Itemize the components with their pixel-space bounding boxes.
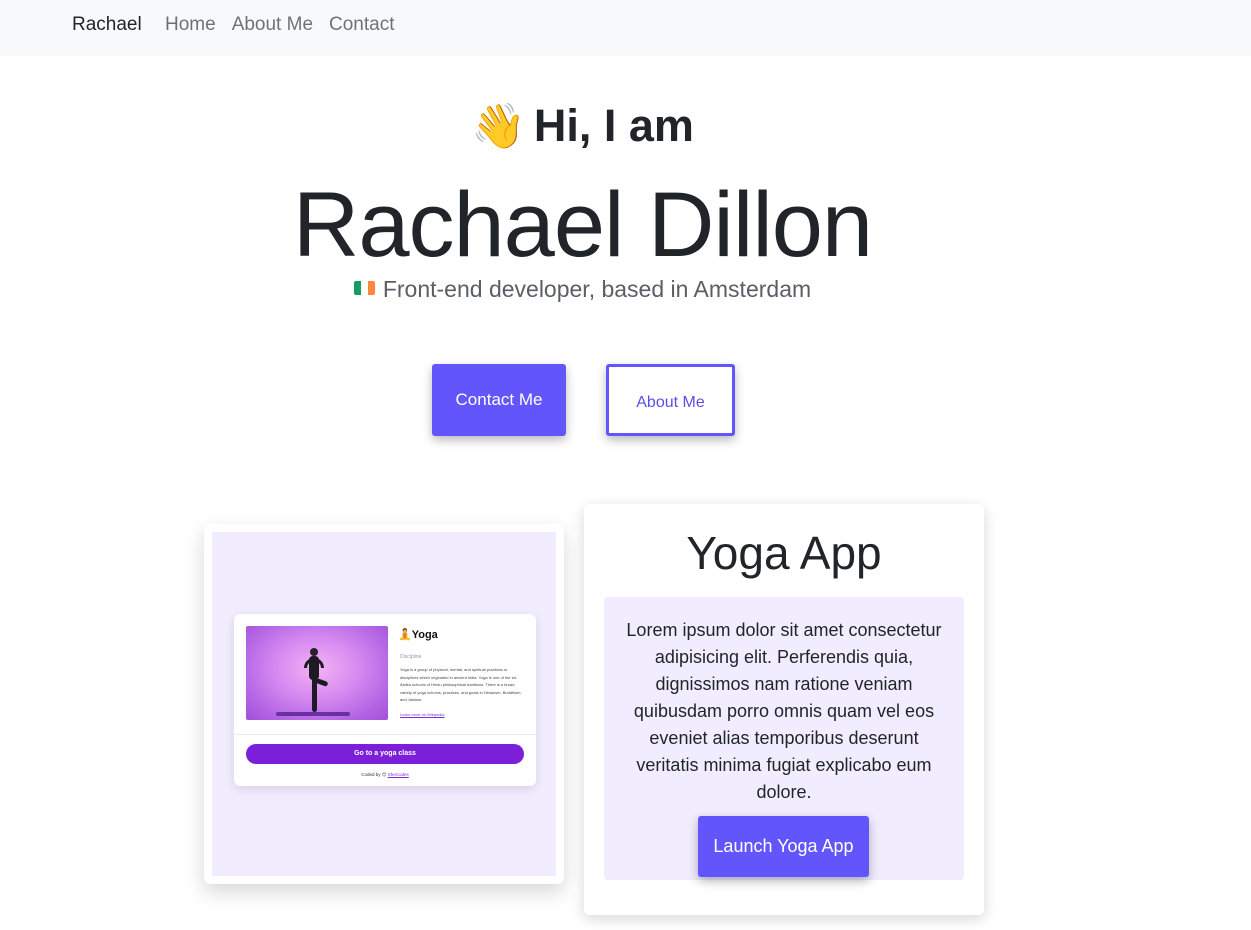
yoga-figure-head xyxy=(310,648,318,656)
preview-title: 🧘Yoga xyxy=(398,628,438,641)
yoga-app-preview: 🧘Yoga Discipline Yoga is a group of phys… xyxy=(234,614,536,786)
hero-subtitle: Front-end developer, based in Amsterdam xyxy=(0,276,1165,303)
preview-discipline-label: Discipline xyxy=(400,654,422,660)
navbar-brand[interactable]: Rachael xyxy=(72,14,142,36)
yoga-figure-knee xyxy=(315,678,329,687)
project-preview-card: 🧘Yoga Discipline Yoga is a group of phys… xyxy=(204,524,564,884)
preview-footer: Coded by 😊 SheCodes xyxy=(234,772,536,778)
smile-icon: 😊 xyxy=(381,772,387,777)
nav-links: Home About Me Contact xyxy=(165,14,395,36)
yoga-figure-leg xyxy=(312,678,317,712)
preview-title-text: Yoga xyxy=(411,629,438,641)
flag-icon xyxy=(353,281,375,295)
yoga-figure-body xyxy=(309,656,319,680)
waving-hand-icon: 👋 xyxy=(471,102,526,151)
yoga-photo xyxy=(246,626,388,720)
yoga-mat xyxy=(276,712,350,716)
about-me-button[interactable]: About Me xyxy=(606,364,735,436)
project-preview-screenshot: 🧘Yoga Discipline Yoga is a group of phys… xyxy=(212,532,556,876)
nav-link-contact[interactable]: Contact xyxy=(329,14,394,36)
preview-description: Yoga is a group of physical, mental, and… xyxy=(400,667,522,703)
project-description: Lorem ipsum dolor sit amet consectetur a… xyxy=(626,620,942,802)
preview-footer-prefix: Coded by xyxy=(361,772,381,777)
contact-me-button[interactable]: Contact Me xyxy=(432,364,566,436)
flag-stripe-white xyxy=(360,281,368,295)
subtitle-text: Front-end developer, based in Amsterdam xyxy=(382,276,812,302)
project-card: Yoga App Lorem ipsum dolor sit amet cons… xyxy=(584,504,984,915)
preview-footer-link: SheCodes xyxy=(387,772,409,777)
project-body: Lorem ipsum dolor sit amet consectetur a… xyxy=(604,597,964,880)
meditation-icon: 🧘 xyxy=(398,629,412,641)
greeting-text: Hi, I am xyxy=(533,100,694,151)
nav-link-about-me[interactable]: About Me xyxy=(232,14,313,36)
hero-name: Rachael Dillon xyxy=(292,174,873,276)
flag-stripe-orange xyxy=(367,281,375,295)
project-title: Yoga App xyxy=(686,527,882,579)
preview-divider xyxy=(234,734,536,735)
flag-stripe-green xyxy=(353,281,361,295)
launch-yoga-app-button[interactable]: Launch Yoga App xyxy=(698,816,869,877)
preview-yoga-class-button: Go to a yoga class xyxy=(246,744,524,764)
navbar: Rachael Home About Me Contact xyxy=(0,0,1251,56)
greeting-heading: 👋 Hi, I am xyxy=(0,100,1165,152)
preview-wikipedia-link: Learn more on Wikipedia xyxy=(400,712,445,717)
nav-link-home[interactable]: Home xyxy=(165,14,216,36)
